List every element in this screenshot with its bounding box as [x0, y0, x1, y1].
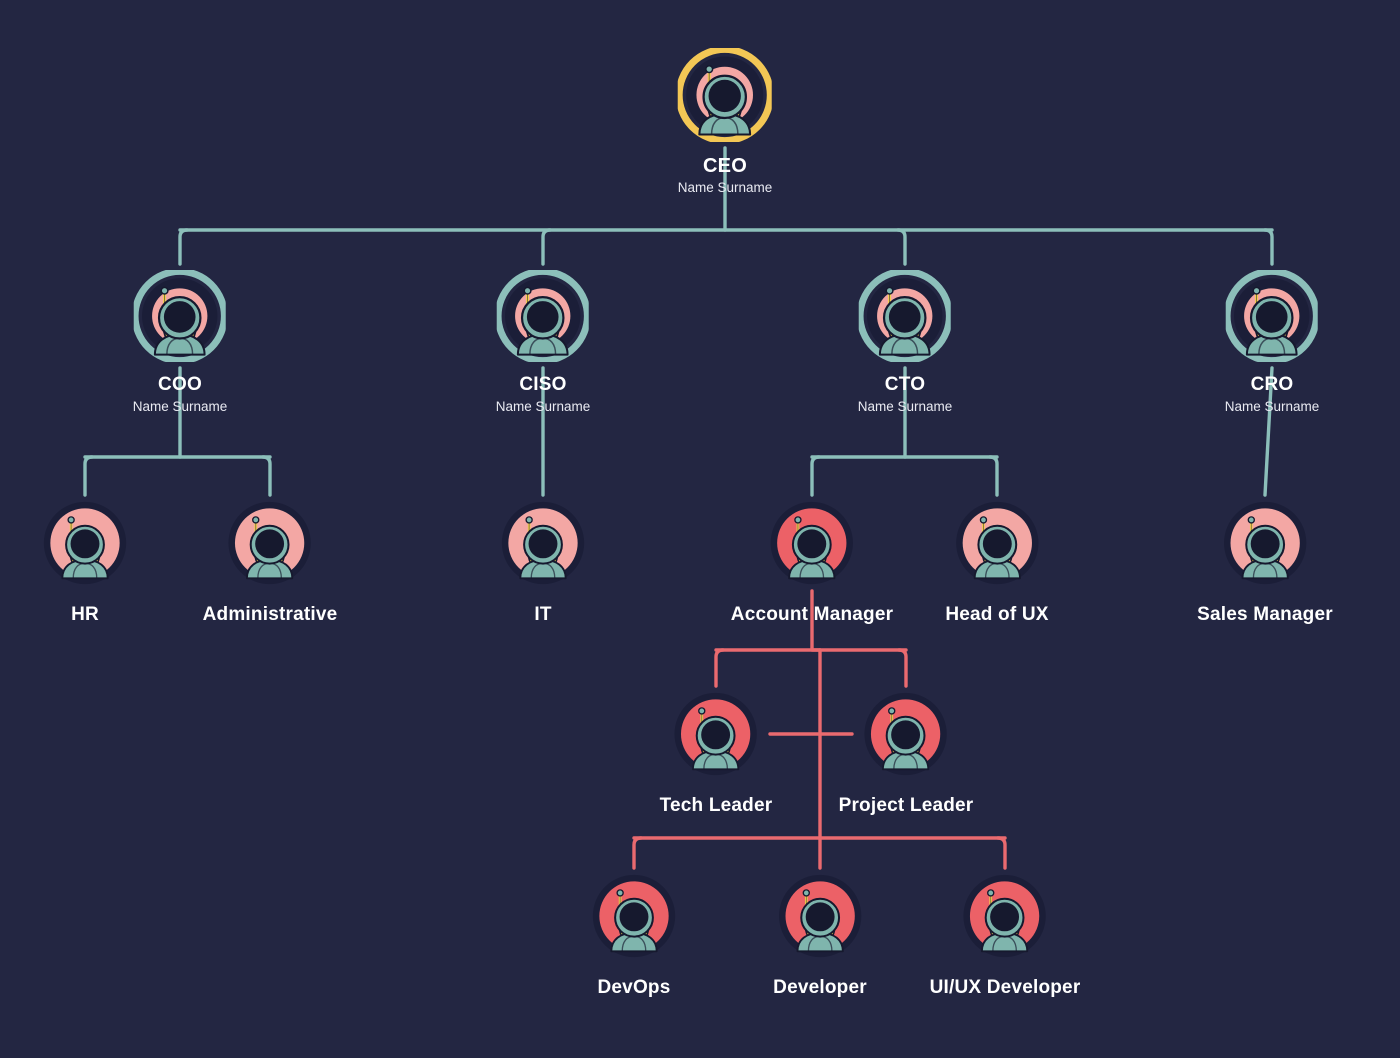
org-node-hr[interactable]: HR [43, 501, 127, 626]
astronaut-avatar-icon [674, 692, 758, 776]
org-node-head-of-ux[interactable]: Head of UX [945, 501, 1048, 626]
am-to-tech-leader [714, 648, 725, 688]
node-subtitle: Name Surname [132, 398, 228, 414]
node-title: DevOps [597, 977, 671, 998]
node-title: Sales Manager [1197, 604, 1333, 625]
node-title: Head of UX [945, 604, 1049, 625]
node-title: CISO [519, 374, 567, 395]
node-title: CRO [1250, 374, 1294, 395]
node-title: UI/UX Developer [929, 977, 1081, 998]
avatar[interactable] [592, 874, 676, 958]
org-node-cto[interactable]: CTO Name Surname [856, 267, 954, 415]
node-title: IT [534, 604, 552, 625]
node-title: Administrative [202, 604, 338, 625]
am-to-project-leader [897, 648, 908, 688]
astronaut-avatar-icon [963, 874, 1047, 958]
ceo-branch-drop [896, 228, 907, 266]
org-node-uiux-developer[interactable]: UI/UX Developer [930, 874, 1081, 999]
ceo-branch-drop [541, 228, 552, 266]
ceo-branch-drop [1263, 228, 1274, 266]
node-subtitle: Name Surname [495, 398, 591, 414]
astronaut-avatar-icon [228, 501, 312, 585]
org-node-ciso[interactable]: CISO Name Surname [494, 267, 592, 415]
node-subtitle: Name Surname [857, 398, 953, 414]
org-node-it[interactable]: IT [501, 501, 585, 626]
astronaut-avatar-icon [494, 267, 592, 365]
org-node-account-manager[interactable]: Account Manager [731, 501, 893, 626]
avatar[interactable] [770, 501, 854, 585]
org-node-devops[interactable]: DevOps [592, 874, 676, 999]
astronaut-avatar-icon [592, 874, 676, 958]
node-title: Project Leader [838, 795, 974, 816]
ceo-branch-drop [178, 228, 189, 266]
node-title: Account Manager [730, 604, 894, 625]
avatar[interactable] [675, 45, 775, 145]
astronaut-avatar-icon [675, 45, 775, 145]
org-node-coo[interactable]: COO Name Surname [131, 267, 229, 415]
astronaut-avatar-icon [501, 501, 585, 585]
avatar[interactable] [963, 874, 1047, 958]
avatar[interactable] [856, 267, 954, 365]
coo-branch-drop [83, 455, 94, 497]
org-chart: CEO Name Surname COO Name Surname CISO Name S… [0, 0, 1400, 1058]
avatar[interactable] [228, 501, 312, 585]
node-title: CTO [884, 374, 926, 395]
avatar[interactable] [43, 501, 127, 585]
node-title: HR [71, 604, 99, 625]
avatar[interactable] [501, 501, 585, 585]
org-node-developer[interactable]: Developer [773, 874, 867, 999]
node-title: Tech Leader [659, 795, 773, 816]
cto-branch-drop [810, 455, 821, 497]
node-title: Developer [773, 977, 867, 998]
cto-branch-drop [988, 455, 999, 497]
avatar[interactable] [494, 267, 592, 365]
astronaut-avatar-icon [1223, 267, 1321, 365]
astronaut-avatar-icon [1223, 501, 1307, 585]
node-subtitle: Name Surname [677, 180, 773, 195]
am-to-devops [632, 836, 643, 870]
avatar[interactable] [1223, 501, 1307, 585]
org-node-cro[interactable]: CRO Name Surname [1223, 267, 1321, 415]
astronaut-avatar-icon [778, 874, 862, 958]
astronaut-avatar-icon [955, 501, 1039, 585]
avatar[interactable] [864, 692, 948, 776]
node-title: COO [158, 374, 202, 395]
org-node-ceo[interactable]: CEO Name Surname [675, 45, 775, 196]
org-node-project-leader[interactable]: Project Leader [839, 692, 974, 817]
avatar[interactable] [1223, 267, 1321, 365]
astronaut-avatar-icon [864, 692, 948, 776]
node-title: CEO [703, 155, 747, 177]
avatar[interactable] [778, 874, 862, 958]
coo-branch-drop [261, 455, 272, 497]
node-subtitle: Name Surname [1224, 398, 1320, 414]
astronaut-avatar-icon [770, 501, 854, 585]
avatar[interactable] [131, 267, 229, 365]
avatar[interactable] [955, 501, 1039, 585]
org-node-tech-leader[interactable]: Tech Leader [660, 692, 773, 817]
astronaut-avatar-icon [43, 501, 127, 585]
org-node-administrative[interactable]: Administrative [203, 501, 338, 626]
astronaut-avatar-icon [856, 267, 954, 365]
org-node-sales-manager[interactable]: Sales Manager [1197, 501, 1333, 626]
am-to-uiux [996, 836, 1007, 870]
astronaut-avatar-icon [131, 267, 229, 365]
avatar[interactable] [674, 692, 758, 776]
